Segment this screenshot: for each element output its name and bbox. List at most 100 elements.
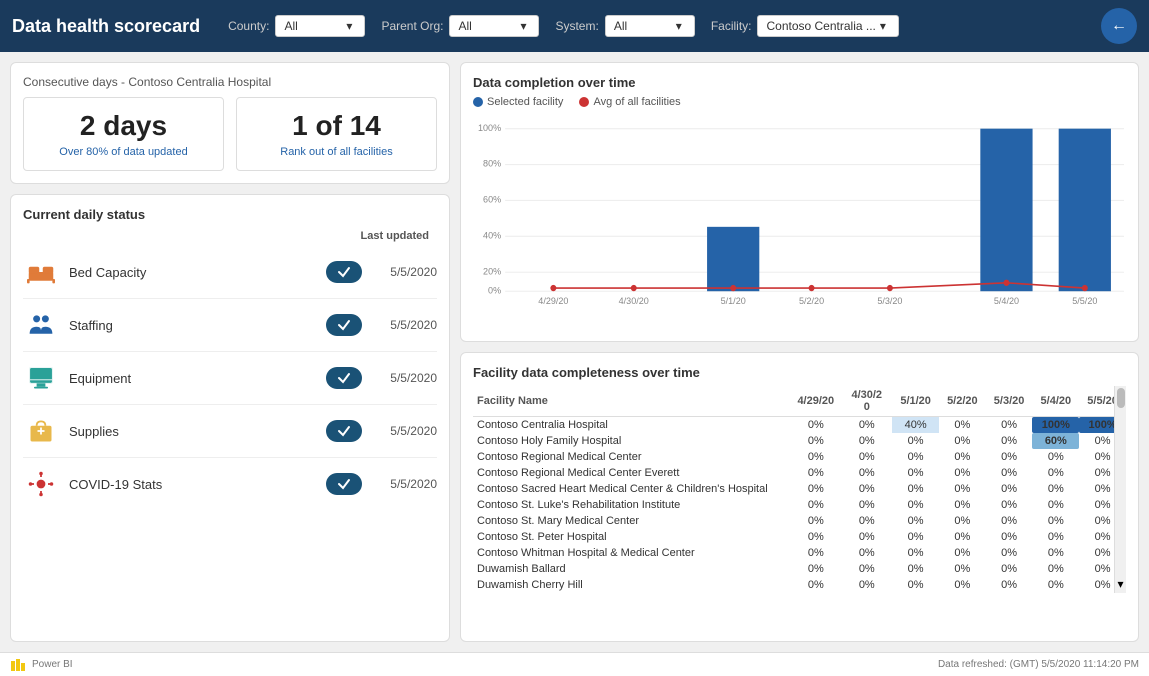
scrollbar-thumb[interactable] [1117,388,1125,408]
svg-text:100%: 100% [478,123,501,133]
svg-text:5/4/20: 5/4/20 [994,296,1019,306]
avg-dot-7 [1082,285,1088,291]
table-cell-4-1: 0% [841,481,892,497]
table-cell-facility-name: Contoso Regional Medical Center Everett [473,465,790,481]
table-cell-2-2: 0% [892,449,939,465]
table-cell-10-5: 0% [1032,577,1079,593]
table-cell-6-0: 0% [790,513,841,529]
col-header-5-4: 5/4/20 [1032,386,1079,417]
table-row: Contoso Regional Medical Center0%0%0%0%0… [473,449,1126,465]
status-icon-supplies [23,413,59,449]
refresh-label: Data refreshed: (GMT) [938,659,1039,670]
table-cell-9-2: 0% [892,561,939,577]
scroll-down-icon[interactable]: ▾ [1117,577,1123,591]
chart-card: Data completion over time Selected facil… [460,62,1139,342]
col-header-5-2: 5/2/20 [939,386,986,417]
system-select[interactable]: All ▾ [605,15,695,37]
days-subtitle[interactable]: Over 80% of data updated [36,146,211,158]
table-cell-7-0: 0% [790,529,841,545]
parent-org-filter-group: Parent Org: All ▾ [381,15,539,37]
county-select[interactable]: All ▾ [275,15,365,37]
table-cell-9-4: 0% [986,561,1033,577]
table-cell-0-0: 0% [790,417,841,434]
table-cell-1-0: 0% [790,433,841,449]
legend-avg-label: Avg of all facilities [593,96,680,108]
back-button[interactable]: ← [1101,8,1137,44]
rank-subtitle[interactable]: Rank out of all facilities [249,146,424,158]
facility-chevron-icon: ▾ [880,19,886,33]
table-cell-7-3: 0% [939,529,986,545]
facility-label: Facility: [711,19,752,33]
parent-org-chevron-icon: ▾ [520,19,526,33]
table-row: Contoso Regional Medical Center Everett0… [473,465,1126,481]
table-cell-7-5: 0% [1032,529,1079,545]
bar-5-5-20 [1059,129,1111,292]
table-cell-5-5: 0% [1032,497,1079,513]
chart-svg: 100% 80% 60% 40% 20% 0% [473,116,1126,306]
avg-dot-2 [631,285,637,291]
table-cell-2-3: 0% [939,449,986,465]
days-value: 2 days [36,110,211,142]
rank-value: 1 of 14 [249,110,424,142]
table-cell-facility-name: Contoso St. Luke's Rehabilitation Instit… [473,497,790,513]
footer-refresh: Data refreshed: (GMT) 5/5/2020 11:14:20 … [938,659,1139,670]
table-row: Contoso Centralia Hospital0%0%40%0%0%100… [473,417,1126,434]
table-cell-4-4: 0% [986,481,1033,497]
svg-text:4/29/20: 4/29/20 [538,296,568,306]
col-header-facility: Facility Name [473,386,790,417]
table-row: Contoso St. Mary Medical Center0%0%0%0%0… [473,513,1126,529]
legend-dot-selected [473,97,483,107]
table-cell-0-5: 100% [1032,417,1079,434]
status-name-staffing: Staffing [69,318,326,333]
svg-text:60%: 60% [483,194,501,204]
status-icon-bed-capacity [23,254,59,290]
svg-text:4/30/20: 4/30/20 [619,296,649,306]
parent-org-select[interactable]: All ▾ [449,15,539,37]
table-cell-3-0: 0% [790,465,841,481]
table-row: Contoso Sacred Heart Medical Center & Ch… [473,481,1126,497]
status-check-equipment [326,367,362,389]
consecutive-days-card: Consecutive days - Contoso Centralia Hos… [10,62,450,184]
table-cell-3-5: 0% [1032,465,1079,481]
status-card-title: Current daily status [23,207,437,222]
table-cell-facility-name: Duwamish Cherry Hill [473,577,790,593]
status-row: Supplies5/5/2020 [23,405,437,458]
table-cell-facility-name: Contoso Regional Medical Center [473,449,790,465]
app-title: Data health scorecard [12,16,200,37]
table-row: Duwamish Ballard0%0%0%0%0%0%0% [473,561,1126,577]
days-box: 2 days Over 80% of data updated [23,97,224,171]
powerbi-label: Power BI [32,659,73,670]
facility-select[interactable]: Contoso Centralia ... ▾ [757,15,898,37]
table-cell-5-0: 0% [790,497,841,513]
table-cell-3-3: 0% [939,465,986,481]
table-cell-1-5: 60% [1032,433,1079,449]
table-cell-facility-name: Contoso Holy Family Hospital [473,433,790,449]
table-row: Duwamish Cherry Hill0%0%0%0%0%0%0% [473,577,1126,593]
table-cell-0-4: 0% [986,417,1033,434]
avg-dot-1 [550,285,556,291]
table-cell-facility-name: Contoso St. Peter Hospital [473,529,790,545]
table-cell-4-2: 0% [892,481,939,497]
table-cell-6-2: 0% [892,513,939,529]
table-cell-facility-name: Duwamish Ballard [473,561,790,577]
svg-text:80%: 80% [483,158,501,168]
system-chevron-icon: ▾ [676,19,682,33]
table-cell-facility-name: Contoso Sacred Heart Medical Center & Ch… [473,481,790,497]
svg-text:0%: 0% [488,285,501,295]
rank-box: 1 of 14 Rank out of all facilities [236,97,437,171]
table-row: Contoso St. Peter Hospital0%0%0%0%0%0%0% [473,529,1126,545]
system-label: System: [555,19,598,33]
status-date-staffing: 5/5/2020 [382,318,437,332]
table-scrollbar[interactable]: ▾ [1114,386,1126,593]
days-row: 2 days Over 80% of data updated 1 of 14 … [23,97,437,171]
status-icon-staffing [23,307,59,343]
svg-text:5/1/20: 5/1/20 [721,296,746,306]
county-filter-group: County: All ▾ [228,15,365,37]
table-cell-facility-name: Contoso St. Mary Medical Center [473,513,790,529]
avg-dot-6 [1003,280,1009,286]
current-status-card: Current daily status Last updated Bed Ca… [10,194,450,642]
table-cell-7-2: 0% [892,529,939,545]
facility-data-table: Facility Name 4/29/20 4/30/20 5/1/20 5/2… [473,386,1126,593]
status-icon-covid-19-stats [23,466,59,502]
table-cell-9-0: 0% [790,561,841,577]
